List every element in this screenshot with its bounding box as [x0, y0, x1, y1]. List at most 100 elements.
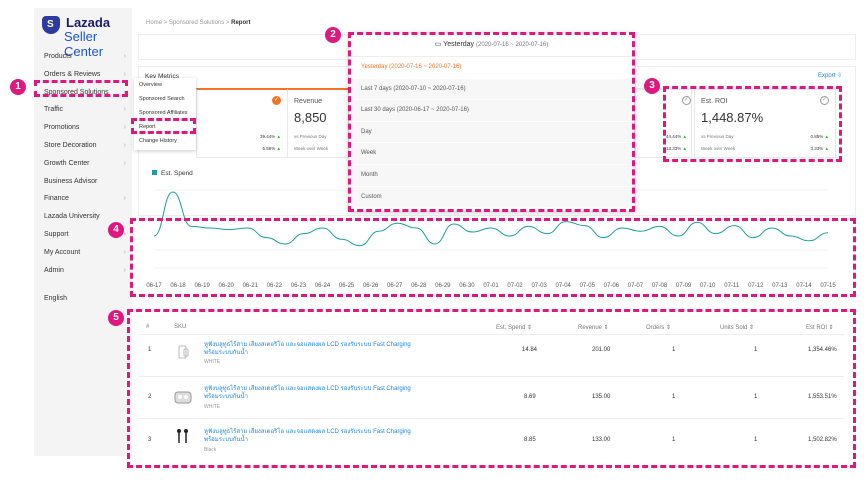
x-tick-label: 07-01 — [483, 283, 499, 289]
date-option-month[interactable]: Month — [349, 164, 634, 187]
sidebar-item-my-account[interactable]: My Account › — [34, 244, 132, 262]
product-thumbnail-phone-icon[interactable] — [174, 343, 192, 361]
sidebar-item-admin[interactable]: Admin › — [34, 262, 132, 280]
brand-name: Lazada — [66, 15, 111, 30]
sidebar-item-promotions[interactable]: Promotions › — [34, 119, 132, 137]
product-name-link[interactable]: หูฟังบลูทูธไร้สาย เสียงสเตอริโอ และจอแสด… — [204, 428, 414, 444]
sidebar-item-products[interactable]: Products › — [34, 48, 132, 66]
metric-card-revenue[interactable]: Revenue 8,850 vs Previous Day Week over … — [287, 88, 349, 158]
x-tick-label: 07-14 — [796, 283, 812, 289]
metric-card-est-roi[interactable]: Est. ROI ✓ 1,448.87% vs Previous Day 0.8… — [694, 88, 836, 158]
product-thumbnail-headphones-icon[interactable] — [174, 427, 192, 445]
sidebar-item-business-advisor[interactable]: Business Advisor — [34, 173, 132, 191]
x-tick-label: 07-10 — [700, 283, 716, 289]
x-tick-label: 07-09 — [676, 283, 692, 289]
language-selector[interactable]: English — [44, 295, 67, 302]
chevron-right-icon: › — [123, 124, 126, 132]
check-icon[interactable]: ✓ — [820, 96, 829, 105]
x-tick-label: 07-07 — [628, 283, 644, 289]
x-tick-label: 06-21 — [243, 283, 259, 289]
date-option-last-7-days[interactable]: Last 7 days (2020-07-10 ~ 2020-07-16) — [349, 78, 634, 101]
x-tick-label: 06-28 — [411, 283, 427, 289]
metric-card-units[interactable]: ✓ 44.44% ▲ 13.33% ▲ — [634, 88, 692, 158]
table-row: 2 หูฟังบลูทูธไร้สาย เสียงสเตอริโอ และจอแ… — [138, 376, 844, 418]
chevron-right-icon: › — [123, 141, 126, 149]
sidebar-menu: Products › Orders & Reviews › Sponsored So… — [34, 48, 132, 279]
arrow-up-icon: ▲ — [682, 134, 687, 139]
check-icon[interactable]: ✓ — [682, 96, 691, 105]
table-row: 3 หูฟังบลูทูธไร้สาย เสียงสเตอริโอ และจอแ… — [138, 418, 844, 460]
sidebar-item-store-decoration[interactable]: Store Decoration › — [34, 137, 132, 155]
chevron-right-icon: › — [123, 106, 126, 114]
col-header-units-sold[interactable]: Units Sold ⇕ — [720, 324, 754, 331]
date-range-selector[interactable]: ▭ Yesterday (2020-07-16 ~ 2020-07-16) — [349, 33, 634, 57]
sidebar-item-sponsored-solutions[interactable]: Sponsored Solutions › — [34, 84, 132, 102]
lazada-logo[interactable]: S Lazada Seller Center — [40, 14, 132, 59]
submenu-item-change-history[interactable]: Change History — [134, 134, 196, 148]
check-icon[interactable]: ✓ — [272, 96, 281, 105]
breadcrumb-current: Report — [231, 20, 251, 26]
app-root: S Lazada Seller Center Products › Orders … — [0, 0, 866, 491]
x-tick-label: 06-17 — [146, 283, 162, 289]
metric-value: 1,448.87% — [701, 110, 764, 125]
metric-title: Est. ROI — [701, 98, 728, 105]
annotation-badge-4: 4 — [108, 222, 124, 238]
date-option-custom[interactable]: Custom — [349, 186, 634, 209]
x-tick-label: 06-19 — [194, 283, 210, 289]
metric-card-est-spend[interactable]: ✓ 39.44% ▲ 6.59% ▲ — [196, 88, 288, 158]
col-header-est-spend[interactable]: Est. Spend ⇕ — [496, 324, 532, 331]
submenu-item-sponsored-affiliates[interactable]: Sponsored Affiliates — [134, 106, 196, 120]
col-header-sku: SKU — [174, 324, 187, 330]
breadcrumb-sponsored[interactable]: Sponsored Solutions — [169, 20, 224, 26]
date-option-yesterday[interactable]: Yesterday (2020-07-16 ~ 2020-07-16) — [349, 57, 634, 79]
x-tick-label: 06-25 — [339, 283, 355, 289]
submenu-item-overview[interactable]: Overview — [134, 78, 196, 92]
x-tick-label: 06-20 — [219, 283, 235, 289]
export-button[interactable]: Export ⇩ — [818, 72, 842, 79]
x-tick-label: 07-08 — [652, 283, 668, 289]
x-tick-label: 07-06 — [604, 283, 620, 289]
x-tick-label: 06-18 — [170, 283, 186, 289]
breadcrumb: Home > Sponsored Solutions > Report — [146, 20, 251, 26]
sidebar-item-growth-center[interactable]: Growth Center › — [34, 155, 132, 173]
sidebar-item-finance[interactable]: Finance › — [34, 190, 132, 208]
sidebar-item-traffic[interactable]: Traffic › — [34, 101, 132, 119]
x-tick-label: 06-27 — [387, 283, 403, 289]
arrow-up-icon: ▲ — [682, 146, 687, 151]
x-tick-label: 06-26 — [363, 283, 379, 289]
x-tick-label: 06-24 — [315, 283, 331, 289]
sidebar-item-orders-reviews[interactable]: Orders & Reviews › — [34, 66, 132, 84]
annotation-badge-3: 3 — [644, 78, 660, 94]
product-name-link[interactable]: หูฟังบลูทูธไร้สาย เสียงสเตอริโอ และจอแสด… — [204, 341, 414, 357]
date-option-week[interactable]: Week — [349, 143, 634, 165]
date-option-last-30-days[interactable]: Last 30 days (2020-06-17 ~ 2020-07-16) — [349, 100, 634, 122]
x-tick-label: 07-12 — [748, 283, 764, 289]
chart-legend[interactable]: Est. Spend — [152, 170, 193, 177]
col-header-orders[interactable]: Orders ⇕ — [646, 324, 671, 331]
annotation-badge-2: 2 — [325, 27, 341, 43]
chevron-right-icon: › — [123, 266, 126, 274]
x-tick-label: 06-23 — [291, 283, 307, 289]
product-name-link[interactable]: หูฟังบลูทูธไร้สาย เสียงสเตอริโอ และจอแสด… — [204, 385, 414, 401]
chevron-right-icon: › — [123, 159, 126, 167]
annotation-badge-5: 5 — [108, 310, 124, 326]
x-tick-label: 07-13 — [772, 283, 788, 289]
metric-value: 8,850 — [294, 110, 327, 125]
submenu-item-report[interactable]: Report — [134, 120, 196, 134]
date-range-dropdown: ▭ Yesterday (2020-07-16 ~ 2020-07-16) Ye… — [349, 33, 634, 211]
col-header-est-roi[interactable]: Est ROI ⇕ — [806, 324, 834, 331]
breadcrumb-home[interactable]: Home — [146, 20, 162, 26]
submenu-item-sponsored-search[interactable]: Sponsored Search — [134, 92, 196, 106]
x-tick-label: 07-11 — [724, 283, 740, 289]
product-thumbnail-earbuds-icon[interactable] — [174, 389, 192, 407]
x-tick-label: 07-04 — [556, 283, 572, 289]
x-tick-label: 07-02 — [507, 283, 523, 289]
sponsored-solutions-submenu: Overview Sponsored Search Sponsored Affi… — [134, 78, 196, 150]
x-tick-label: 07-15 — [820, 283, 836, 289]
col-header-revenue[interactable]: Revenue ⇕ — [578, 324, 609, 331]
date-option-day[interactable]: Day — [349, 121, 634, 144]
metric-title: Revenue — [294, 98, 323, 105]
arrow-up-icon: ▲ — [276, 146, 281, 151]
arrow-up-icon: ▲ — [824, 146, 829, 151]
chevron-right-icon: › — [123, 88, 126, 96]
